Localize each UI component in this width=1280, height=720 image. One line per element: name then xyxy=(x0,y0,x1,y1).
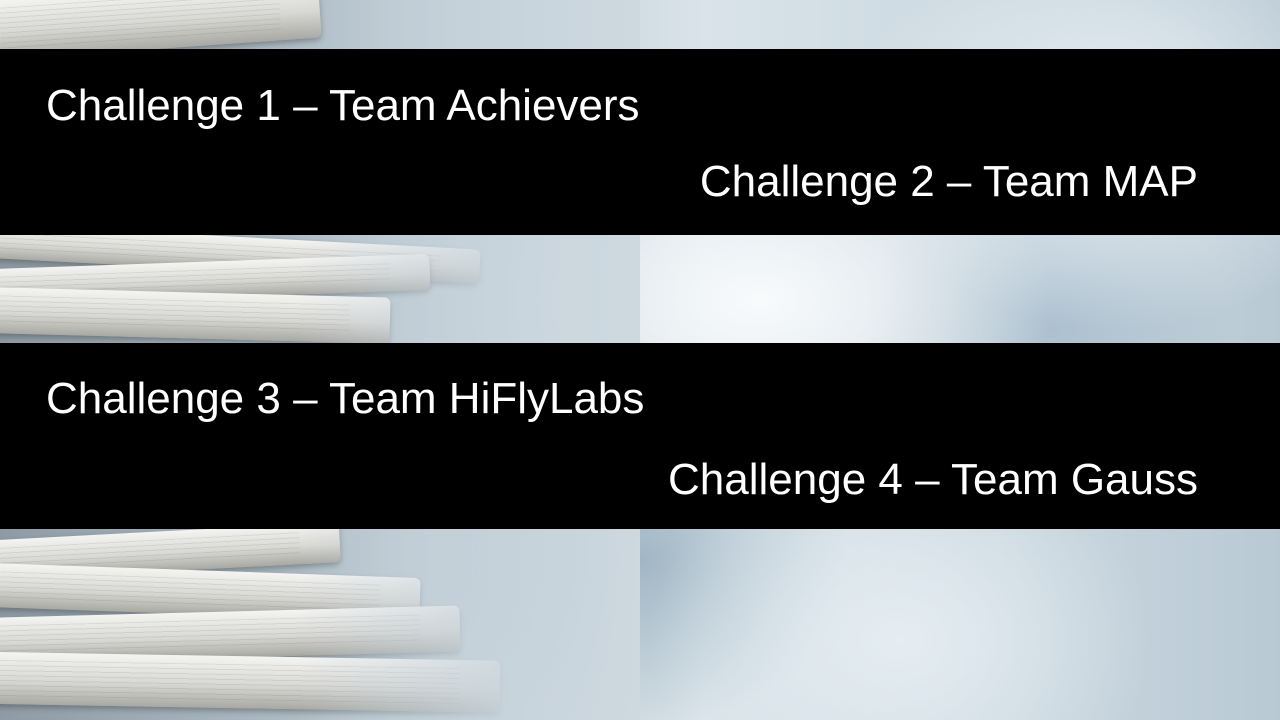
challenge-2-label: Challenge 2 – Team MAP xyxy=(699,157,1198,206)
challenge-4-label: Challenge 4 – Team Gauss xyxy=(668,455,1198,504)
slide: Challenge 1 – Team Achievers Challenge 2… xyxy=(0,0,1280,720)
challenge-1-label: Challenge 1 – Team Achievers xyxy=(46,81,640,130)
challenge-3-label: Challenge 3 – Team HiFlyLabs xyxy=(46,374,645,423)
